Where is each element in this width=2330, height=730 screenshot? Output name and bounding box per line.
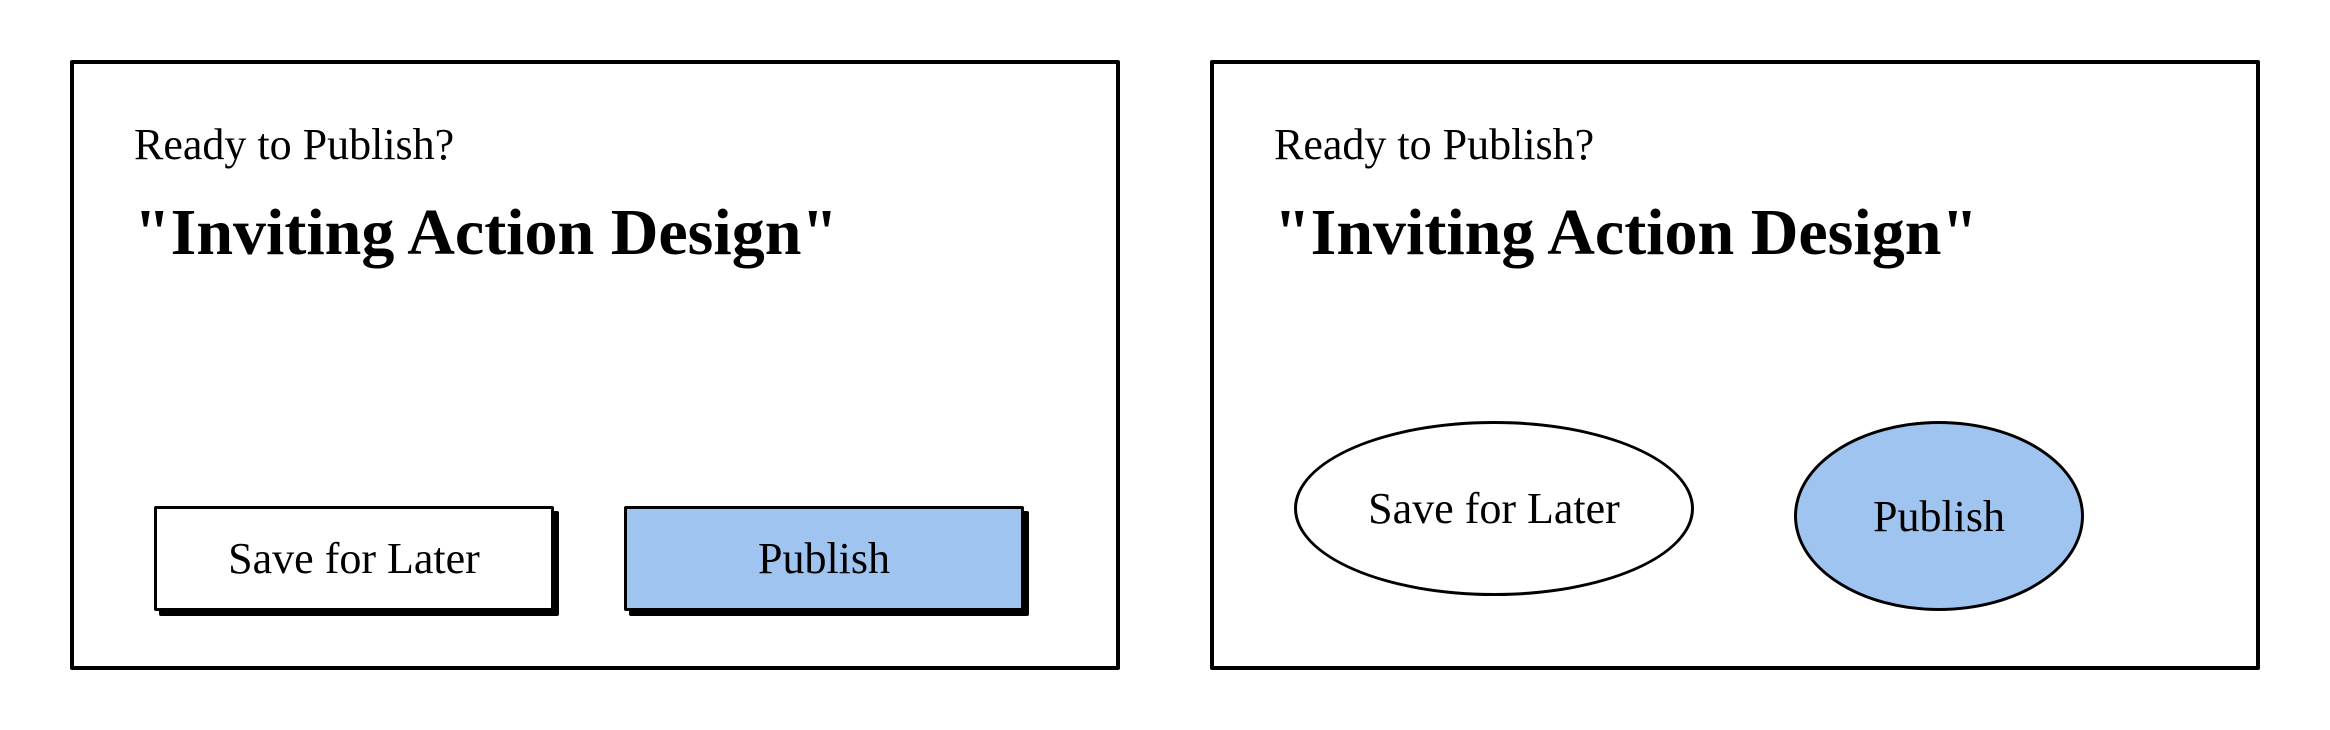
dialog-panel-oval: Ready to Publish? "Inviting Action Desig…	[1210, 60, 2260, 670]
publish-button[interactable]: Publish	[624, 506, 1024, 611]
dialog-title: "Inviting Action Design"	[134, 195, 1056, 271]
dialog-title: "Inviting Action Design"	[1274, 195, 2196, 271]
button-row: Save for Later Publish	[1274, 421, 2196, 611]
prompt-text: Ready to Publish?	[1274, 119, 2196, 170]
publish-button[interactable]: Publish	[1794, 421, 2084, 611]
save-for-later-button[interactable]: Save for Later	[1294, 421, 1694, 596]
dialog-panel-rect: Ready to Publish? "Inviting Action Desig…	[70, 60, 1120, 670]
prompt-text: Ready to Publish?	[134, 119, 1056, 170]
button-row: Save for Later Publish	[134, 506, 1056, 611]
save-for-later-button[interactable]: Save for Later	[154, 506, 554, 611]
